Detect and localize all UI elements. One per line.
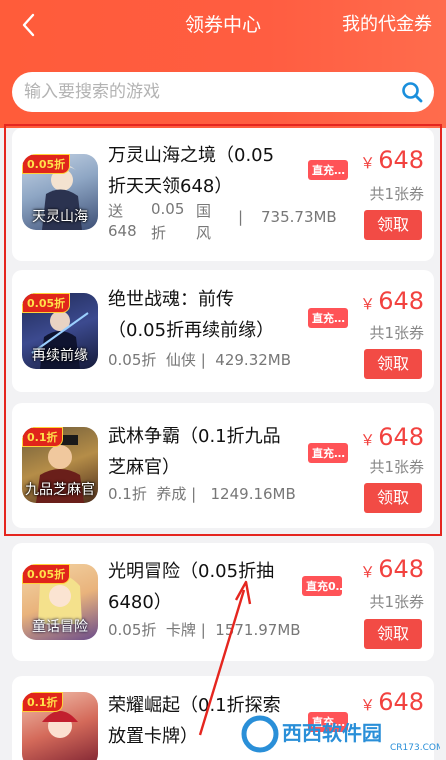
- search-icon[interactable]: [400, 80, 424, 104]
- game-icon: 0.1折: [22, 692, 98, 760]
- coupon-count: 共1张券: [369, 593, 424, 611]
- claim-button[interactable]: 领取: [364, 619, 422, 649]
- game-meta: 0.05折 卡牌 | 1571.97MB: [108, 621, 301, 639]
- discount-badge: 0.05折: [22, 564, 71, 584]
- game-card[interactable]: 0.05折 童话冒险 光明冒险（0.05折抽 6480） 0.05折 卡牌 | …: [12, 543, 434, 661]
- discount-badge: 0.1折: [22, 692, 63, 712]
- watermark-brand: 西西软件园: [282, 721, 382, 745]
- watermark-url: CR173.COM: [390, 743, 440, 753]
- search-input[interactable]: 输入要搜索的游戏: [12, 72, 434, 112]
- search-placeholder: 输入要搜索的游戏: [24, 82, 160, 102]
- highlight-frame: [4, 124, 442, 536]
- price: ￥ 648: [360, 688, 424, 716]
- header-bar: 领券中心 我的代金券 输入要搜索的游戏: [0, 0, 446, 128]
- price: ￥ 648: [360, 555, 424, 583]
- recharge-tag: 直充0…: [302, 576, 342, 596]
- game-icon: 0.05折 童话冒险: [22, 564, 98, 640]
- icon-caption: 童话冒险: [32, 619, 88, 635]
- my-coupons-link[interactable]: 我的代金券: [342, 10, 432, 40]
- watermark: 西西软件园 CR173.COM: [240, 714, 444, 754]
- game-name: 光明冒险（0.05折抽 6480）: [108, 561, 275, 613]
